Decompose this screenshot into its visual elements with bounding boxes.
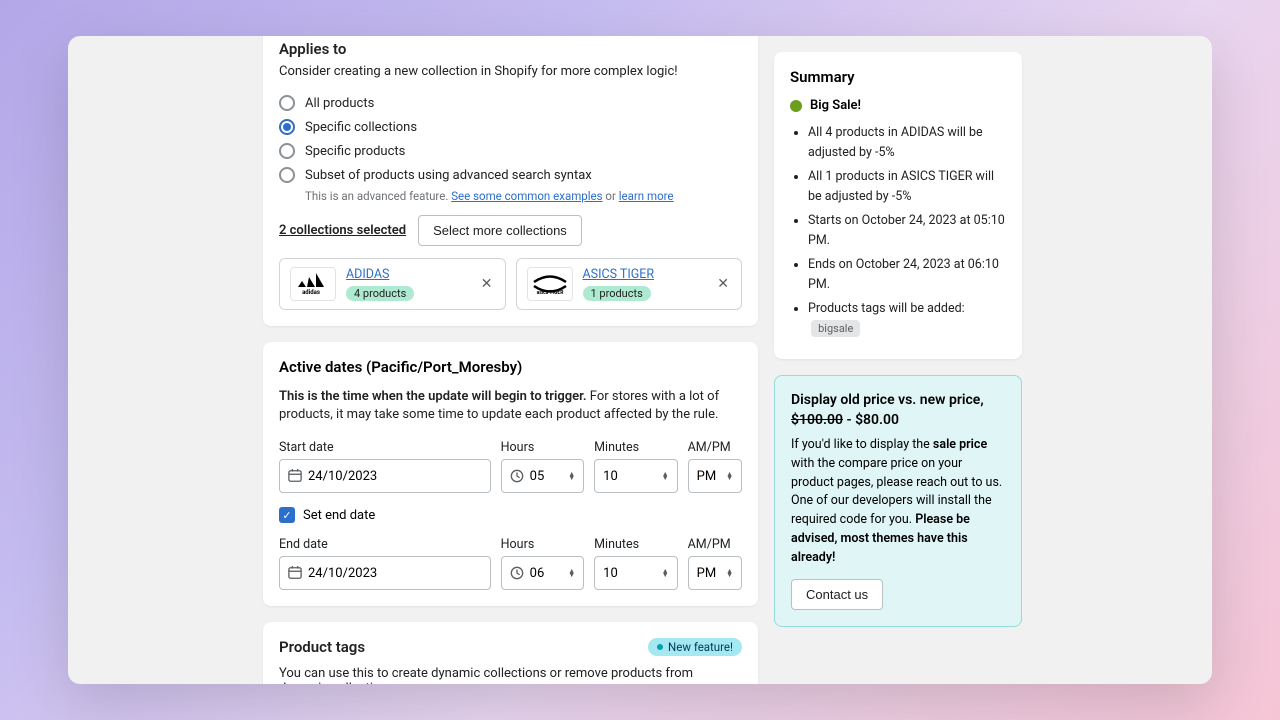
- tags-title: Product tags: [279, 638, 365, 656]
- contact-us-button[interactable]: Contact us: [791, 579, 883, 610]
- summary-item: Starts on October 24, 2023 at 05:10 PM.: [808, 211, 1006, 251]
- radio-icon: [279, 167, 295, 183]
- applies-title: Applies to: [279, 40, 742, 58]
- end-date-input[interactable]: 24/10/2023: [279, 556, 491, 590]
- status-dot-icon: [790, 100, 802, 112]
- calendar-icon: [288, 566, 302, 580]
- chip-badge: 1 products: [583, 286, 651, 301]
- applies-to-card: Applies to Consider creating a new colle…: [263, 36, 758, 326]
- chevron-updown-icon: ▲▼: [726, 472, 733, 480]
- adidas-logo: adidas: [290, 267, 336, 301]
- chevron-updown-icon: ▲▼: [726, 569, 733, 577]
- radio-specific-products[interactable]: Specific products: [279, 139, 742, 163]
- calendar-icon: [288, 469, 302, 483]
- tag-pill: bigsale: [811, 320, 860, 337]
- end-ampm-select[interactable]: PM▲▼: [688, 556, 742, 590]
- chip-link[interactable]: ASICS TIGER: [583, 267, 706, 282]
- dates-title: Active dates (Pacific/Port_Moresby): [279, 358, 742, 376]
- summary-list: All 4 products in ADIDAS will be adjuste…: [790, 123, 1006, 339]
- new-feature-badge: New feature!: [648, 638, 742, 656]
- start-ampm-select[interactable]: PM▲▼: [688, 459, 742, 493]
- radio-advanced-search[interactable]: Subset of products using advanced search…: [279, 163, 742, 187]
- chevron-updown-icon: ▲▼: [568, 472, 575, 480]
- radio-icon: [279, 143, 295, 159]
- summary-item: All 1 products in ASICS TIGER will be ad…: [808, 167, 1006, 207]
- advanced-help: This is an advanced feature. See some co…: [305, 189, 742, 203]
- main-column: Applies to Consider creating a new colle…: [263, 36, 758, 684]
- clock-icon: [510, 566, 524, 580]
- svg-text:asics TIGER: asics TIGER: [536, 290, 564, 295]
- start-date-input[interactable]: 24/10/2023: [279, 459, 491, 493]
- collection-chips: adidas ADIDAS 4 products ✕ asics TIGER A…: [279, 258, 742, 310]
- promo-body: If you'd like to display the sale price …: [791, 436, 1005, 567]
- summary-name-row: Big Sale!: [790, 98, 1006, 113]
- collection-chip-adidas: adidas ADIDAS 4 products ✕: [279, 258, 506, 310]
- end-hours-input[interactable]: 06▲▼: [501, 556, 585, 590]
- end-row: End date24/10/2023 Hours06▲▼ Minutes10▲▼…: [279, 537, 742, 590]
- svg-text:adidas: adidas: [302, 289, 320, 295]
- collection-chip-asics: asics TIGER ASICS TIGER 1 products ✕: [516, 258, 743, 310]
- promo-card: Display old price vs. new price, $100.00…: [774, 375, 1022, 627]
- start-minutes-input[interactable]: 10▲▼: [594, 459, 678, 493]
- close-icon[interactable]: ✕: [479, 276, 495, 292]
- summary-item: All 4 products in ADIDAS will be adjuste…: [808, 123, 1006, 163]
- summary-item-tags: Products tags will be added: bigsale: [808, 299, 1006, 339]
- applies-subtitle: Consider creating a new collection in Sh…: [279, 64, 742, 79]
- radio-icon: [279, 119, 295, 135]
- product-tags-card: Product tags New feature! You can use th…: [263, 622, 758, 684]
- radio-specific-collections[interactable]: Specific collections: [279, 115, 742, 139]
- link-learn-more[interactable]: learn more: [619, 189, 674, 203]
- collections-selected-row: 2 collections selected Select more colle…: [279, 215, 742, 246]
- app-window: Applies to Consider creating a new colle…: [68, 36, 1212, 684]
- promo-title: Display old price vs. new price,: [791, 392, 1005, 408]
- close-icon[interactable]: ✕: [715, 276, 731, 292]
- radio-icon: [279, 95, 295, 111]
- chevron-updown-icon: ▲▼: [662, 472, 669, 480]
- chevron-updown-icon: ▲▼: [662, 569, 669, 577]
- start-row: Start date24/10/2023 Hours05▲▼ Minutes10…: [279, 440, 742, 493]
- start-hours-input[interactable]: 05▲▼: [501, 459, 585, 493]
- side-column: Summary Big Sale! All 4 products in ADID…: [774, 52, 1022, 684]
- asics-logo: asics TIGER: [527, 267, 573, 301]
- active-dates-card: Active dates (Pacific/Port_Moresby) This…: [263, 342, 758, 606]
- set-end-date-checkbox[interactable]: ✓Set end date: [279, 507, 742, 523]
- checkbox-icon: ✓: [279, 507, 295, 523]
- end-minutes-input[interactable]: 10▲▼: [594, 556, 678, 590]
- promo-price: $100.00 - $80.00: [791, 412, 1005, 428]
- chip-badge: 4 products: [346, 286, 414, 301]
- link-common-examples[interactable]: See some common examples: [451, 189, 602, 203]
- select-more-button[interactable]: Select more collections: [418, 215, 582, 246]
- radio-all-products[interactable]: All products: [279, 91, 742, 115]
- chip-link[interactable]: ADIDAS: [346, 267, 469, 282]
- clock-icon: [510, 469, 524, 483]
- summary-card: Summary Big Sale! All 4 products in ADID…: [774, 52, 1022, 359]
- chevron-updown-icon: ▲▼: [568, 569, 575, 577]
- dates-lead: This is the time when the update will be…: [279, 388, 742, 424]
- collections-selected-link[interactable]: 2 collections selected: [279, 223, 406, 238]
- tags-body: You can use this to create dynamic colle…: [279, 666, 742, 684]
- summary-title: Summary: [790, 68, 1006, 86]
- summary-item: Ends on October 24, 2023 at 06:10 PM.: [808, 255, 1006, 295]
